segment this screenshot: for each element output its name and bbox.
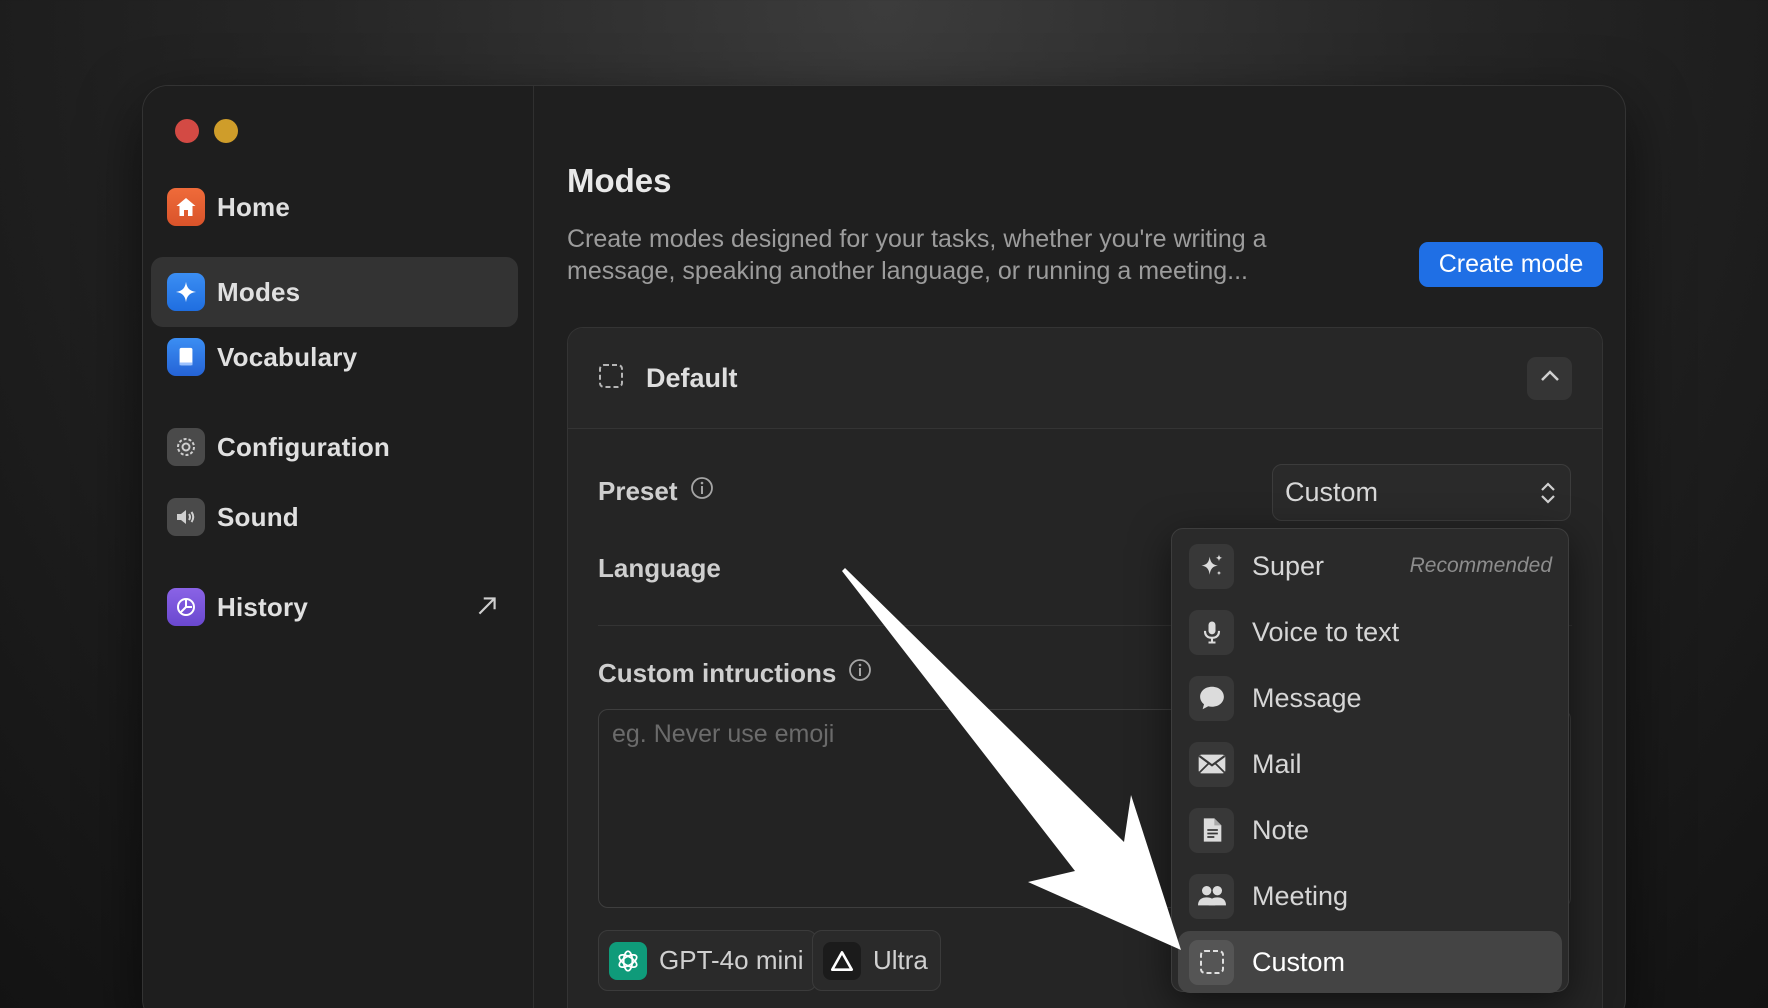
preset-option-label: Mail bbox=[1252, 748, 1302, 779]
book-icon bbox=[167, 338, 205, 376]
microphone-icon bbox=[1189, 609, 1234, 655]
model-chip[interactable]: GPT-4o mini bbox=[598, 930, 817, 991]
create-mode-button[interactable]: Create mode bbox=[1419, 242, 1603, 287]
sidebar-item-sound[interactable]: Sound bbox=[151, 482, 518, 552]
preset-option-label: Message bbox=[1252, 682, 1362, 713]
sidebar-item-label: Home bbox=[217, 191, 291, 222]
preset-option-label: Super bbox=[1252, 550, 1325, 581]
recommended-badge: Recommended bbox=[1409, 554, 1552, 577]
preset-dropdown-menu: Super Recommended Voice to text Message … bbox=[1171, 528, 1569, 993]
sparkle-icon bbox=[167, 273, 205, 311]
sidebar-item-configuration[interactable]: Configuration bbox=[151, 412, 518, 482]
mode-card-title: Default bbox=[646, 362, 738, 393]
preset-option-label: Custom bbox=[1252, 946, 1346, 977]
people-icon bbox=[1189, 873, 1234, 919]
triangle-icon bbox=[823, 941, 861, 980]
sidebar-item-history[interactable]: History bbox=[151, 572, 518, 642]
sidebar-item-label: Configuration bbox=[217, 431, 391, 462]
sidebar-item-vocabulary[interactable]: Vocabulary bbox=[151, 322, 518, 392]
page-description: Create modes designed for your tasks, wh… bbox=[567, 225, 1267, 285]
instructions-row-label: Custom intructions bbox=[598, 658, 872, 689]
dashed-square-icon bbox=[598, 363, 624, 394]
openai-icon bbox=[609, 941, 647, 980]
preset-option-custom[interactable]: Custom bbox=[1178, 931, 1562, 993]
preset-option-meeting[interactable]: Meeting bbox=[1178, 865, 1562, 927]
quality-chip-label: Ultra bbox=[873, 945, 928, 975]
model-chip-label: GPT-4o mini bbox=[659, 945, 804, 975]
sidebar-item-label: History bbox=[217, 591, 308, 622]
preset-value: Custom bbox=[1285, 477, 1379, 507]
language-row-label: Language bbox=[598, 553, 721, 584]
sidebar-item-home[interactable]: Home bbox=[151, 172, 518, 242]
chat-bubble-icon bbox=[1189, 675, 1234, 721]
info-icon[interactable] bbox=[690, 476, 714, 507]
info-icon[interactable] bbox=[848, 658, 872, 689]
envelope-icon bbox=[1189, 741, 1234, 787]
preset-option-label: Note bbox=[1252, 814, 1310, 845]
preset-label: Preset bbox=[598, 476, 678, 506]
page-title: Modes bbox=[567, 162, 672, 199]
sidebar-item-label: Modes bbox=[217, 276, 301, 307]
sidebar-item-label: Sound bbox=[217, 501, 299, 532]
close-window-button[interactable] bbox=[175, 119, 199, 143]
document-icon bbox=[1189, 807, 1234, 853]
gear-icon bbox=[167, 428, 205, 466]
dashed-square-icon bbox=[1189, 939, 1234, 985]
sidebar: Home Modes Vocabulary Configuration Soun bbox=[143, 86, 534, 1008]
preset-option-label: Meeting bbox=[1252, 880, 1349, 911]
speaker-icon bbox=[167, 498, 205, 536]
language-label: Language bbox=[598, 553, 721, 583]
external-link-icon bbox=[474, 593, 500, 624]
history-icon bbox=[167, 588, 205, 626]
mode-card-header[interactable]: Default bbox=[568, 328, 1602, 429]
preset-select[interactable]: Custom bbox=[1272, 464, 1571, 521]
sparkles-icon bbox=[1189, 543, 1234, 589]
preset-option-note[interactable]: Note bbox=[1178, 799, 1562, 861]
window-controls bbox=[175, 119, 238, 143]
sidebar-item-modes[interactable]: Modes bbox=[151, 257, 518, 327]
collapse-button[interactable] bbox=[1527, 357, 1572, 400]
preset-option-mail[interactable]: Mail bbox=[1178, 733, 1562, 795]
instructions-label: Custom intructions bbox=[598, 658, 837, 688]
preset-option-voice-to-text[interactable]: Voice to text bbox=[1178, 601, 1562, 663]
chevron-up-icon bbox=[1538, 364, 1562, 393]
quality-chip[interactable]: Ultra bbox=[812, 930, 941, 991]
preset-row-label: Preset bbox=[598, 476, 714, 507]
sidebar-item-label: Vocabulary bbox=[217, 341, 358, 372]
chevron-updown-icon bbox=[1538, 480, 1558, 513]
home-icon bbox=[167, 188, 205, 226]
preset-option-message[interactable]: Message bbox=[1178, 667, 1562, 729]
minimize-window-button[interactable] bbox=[214, 119, 238, 143]
preset-option-label: Voice to text bbox=[1252, 616, 1400, 647]
preset-option-super[interactable]: Super Recommended bbox=[1178, 535, 1562, 597]
